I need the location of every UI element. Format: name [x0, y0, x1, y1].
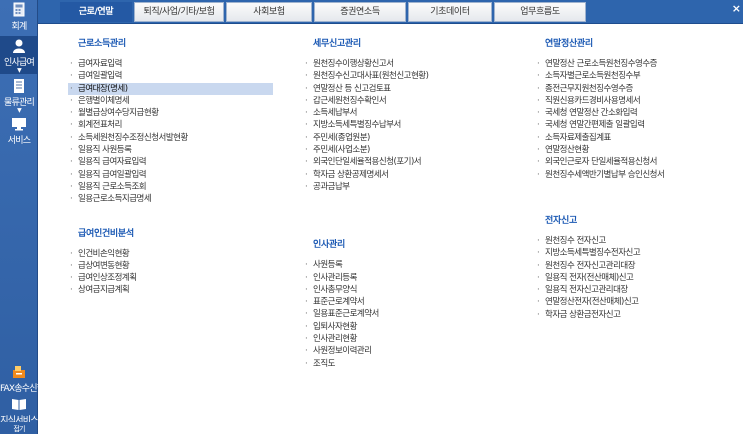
menu-item[interactable]: 급여자료입력: [68, 58, 273, 71]
menu-item[interactable]: 원천징수 전자신고: [535, 235, 740, 248]
menu-item[interactable]: 지방소득세특별징수전자신고: [535, 247, 740, 260]
menu-item[interactable]: 표준근로계약서: [303, 296, 503, 309]
menu-column-3: 연말정산관리 연말정산 근로소득원천징수영수증 소득자별근로소득원천징수부 종전…: [535, 38, 740, 321]
menu-item[interactable]: 은행별이체명세: [68, 95, 273, 108]
calculator-icon: [13, 2, 25, 17]
menu-item[interactable]: 소득자별근로소득원천징수부: [535, 70, 740, 83]
chevron-down-icon: ▼: [17, 107, 22, 114]
menu-item[interactable]: 일용직 전자(전산매체)신고: [535, 272, 740, 285]
left-nav: 회계 인사급여 ▼ 물류관리 ▼ 서비스 FAX송수신 지식서비스 접기: [0, 0, 38, 434]
menu-item[interactable]: 국세청 연말간편제출 일괄입력: [535, 119, 740, 132]
sidebar-footer: 접기: [0, 424, 38, 434]
menu-item[interactable]: 원천징수 전자신고관리대장: [535, 260, 740, 273]
section-title: 연말정산관리: [545, 39, 593, 49]
menu-item[interactable]: 소득세납부서: [303, 107, 503, 120]
menu-item[interactable]: 일용표준근로계약서: [303, 308, 503, 321]
tab-3[interactable]: 증권연소득: [314, 2, 406, 22]
sidebar-item-accounting[interactable]: 회계: [0, 2, 38, 32]
menu-item[interactable]: 인사총무양식: [303, 284, 503, 297]
menu-column-1: 근로소득관리 급여자료입력 급여일괄입력 급여대장(명세) 은행별이체명세 월별…: [68, 38, 273, 297]
menu-item[interactable]: 연말정산 등 신고검토표: [303, 83, 503, 96]
document-icon: [14, 79, 24, 93]
menu-item[interactable]: 학자금 상환공제명세서: [303, 169, 503, 182]
sidebar-item-label: 서비스: [7, 136, 31, 146]
menu-item[interactable]: 급상여변동현황: [68, 260, 273, 273]
book-icon: [12, 399, 26, 410]
menu-item[interactable]: 원천징수신고대사표(원천신고현황): [303, 70, 503, 83]
monitor-icon: [12, 118, 26, 131]
sidebar-footer-label: 접기: [13, 425, 25, 433]
section-title: 전자신고: [545, 215, 577, 226]
menu-item[interactable]: 일용직 근로소득조회: [68, 181, 273, 194]
menu-item-selected[interactable]: 급여대장(명세): [68, 82, 273, 95]
menu-item[interactable]: 소득자료제출집계표: [535, 132, 740, 145]
tab-5[interactable]: 업무흐름도: [494, 2, 586, 22]
menu-list: 인건비손익현황 급상여변동현황 급여인상조정계획 상여금지급계획: [68, 248, 273, 297]
menu-item[interactable]: 직원신용카드경비사용명세서: [535, 95, 740, 108]
sidebar-item-knowledge-service[interactable]: 지식서비스: [0, 396, 38, 422]
menu-list: 연말정산 근로소득원천징수영수증 소득자별근로소득원천징수부 종전근무지원천징수…: [535, 58, 740, 181]
top-tab-bar: 근로/연말 퇴직/사업/기타/보험 사회보험 증권연소득 기초데이터 업무흐름도…: [38, 0, 743, 24]
menu-item[interactable]: 공과금납부: [303, 181, 503, 194]
menu-item[interactable]: 급여인상조정계획: [68, 272, 273, 285]
menu-item[interactable]: 원천징수세액반기별납부 승인신청서: [535, 169, 740, 182]
menu-item[interactable]: 회계전표처리: [68, 119, 273, 132]
menu-item[interactable]: 일용직 급여자료입력: [68, 156, 273, 169]
section-title: 급여인건비분석: [78, 228, 134, 239]
menu-item[interactable]: 상여금지급계획: [68, 284, 273, 297]
menu-list: 사원등록 인사관리등록 인사총무양식 표준근로계약서 일용표준근로계약서 입퇴사…: [303, 259, 503, 370]
sidebar-item-fax[interactable]: FAX송수신함: [0, 364, 38, 394]
menu-list: 원천징수 전자신고 지방소득세특별징수전자신고 원천징수 전자신고관리대장 일용…: [535, 235, 740, 321]
menu-item[interactable]: 일용직 급여일괄입력: [68, 169, 273, 182]
menu-item[interactable]: 월별급상여수당지급현황: [68, 107, 273, 120]
section-title: 세무신고관리: [313, 39, 361, 49]
menu-item[interactable]: 종전근무지원천징수영수증: [535, 83, 740, 96]
sidebar-item-services[interactable]: 서비스: [0, 116, 38, 146]
menu-item[interactable]: 조직도: [303, 358, 503, 371]
menu-item[interactable]: 연말정산 근로소득원천징수영수증: [535, 58, 740, 71]
menu-item[interactable]: 갑근세원천징수확인서: [303, 95, 503, 108]
menu-item[interactable]: 외국인근로자 단일세율적용신청서: [535, 156, 740, 169]
menu-list: 급여자료입력 급여일괄입력 급여대장(명세) 은행별이체명세 월별급상여수당지급…: [68, 58, 273, 206]
sidebar-item-label: 회계: [11, 22, 28, 32]
menu-item[interactable]: 외국인단일세율적용신청(포기)서: [303, 156, 503, 169]
menu-item[interactable]: 연말정산전자(전산매체)신고: [535, 296, 740, 309]
sidebar-item-vehicle-statement[interactable]: 물류관리 ▼: [0, 78, 38, 114]
app-window: 회계 인사급여 ▼ 물류관리 ▼ 서비스 FAX송수신 지식서비스 접기 근로/…: [0, 0, 743, 434]
tab-0[interactable]: 근로/연말: [60, 2, 132, 22]
menu-item[interactable]: 학자금 상환금전자신고: [535, 309, 740, 322]
user-icon: [13, 39, 25, 53]
menu-item[interactable]: 입퇴사자현황: [303, 321, 503, 334]
menu-item[interactable]: 원천징수이행상황신고서: [303, 58, 503, 71]
menu-item[interactable]: 사원정보이력관리: [303, 345, 503, 358]
menu-item[interactable]: 인사관리등록: [303, 272, 503, 285]
sidebar-item-label: FAX송수신함: [0, 384, 38, 394]
menu-item[interactable]: 일용직 전자신고관리대장: [535, 284, 740, 297]
menu-item[interactable]: 일용근로소득지급명세: [68, 193, 273, 206]
menu-item[interactable]: 인건비손익현황: [68, 248, 273, 261]
menu-item[interactable]: 급여일괄입력: [68, 70, 273, 83]
tab-4[interactable]: 기초데이터: [408, 2, 492, 22]
sidebar-item-personnel-payroll[interactable]: 인사급여 ▼: [0, 36, 38, 74]
fax-icon: [13, 366, 25, 378]
chevron-down-icon: ▼: [17, 67, 22, 74]
sidebar-item-label: 지식서비스: [0, 416, 38, 422]
menu-item[interactable]: 사원등록: [303, 259, 503, 272]
menu-item[interactable]: 지방소득세특별징수납부서: [303, 119, 503, 132]
tab-1[interactable]: 퇴직/사업/기타/보험: [134, 2, 224, 22]
menu-item[interactable]: 주민세(사업소분): [303, 144, 503, 157]
menu-column-2: 세무신고관리 원천징수이행상황신고서 원천징수신고대사표(원천신고현황) 연말정…: [303, 38, 503, 370]
menu-item[interactable]: 인사관리현황: [303, 333, 503, 346]
menu-item[interactable]: 일용직 사원등록: [68, 144, 273, 157]
menu-list: 원천징수이행상황신고서 원천징수신고대사표(원천신고현황) 연말정산 등 신고검…: [303, 58, 503, 194]
section-title: 인사관리: [313, 240, 345, 251]
close-icon[interactable]: ×: [732, 2, 741, 15]
menu-item[interactable]: 연말정산현황: [535, 144, 740, 157]
menu-item[interactable]: 소득세원천징수조정신청서발현황: [68, 132, 273, 145]
menu-item[interactable]: 주민세(종업원분): [303, 132, 503, 145]
menu-item[interactable]: 국세청 연말정산 간소화입력: [535, 107, 740, 120]
section-title: 근로소득관리: [78, 39, 126, 49]
tab-2[interactable]: 사회보험: [226, 2, 312, 22]
